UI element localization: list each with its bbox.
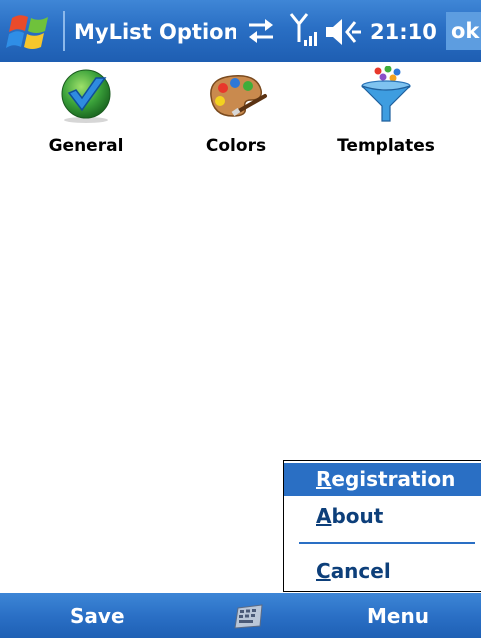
ok-button[interactable]: ok [446, 12, 481, 50]
volume-icon[interactable] [324, 16, 362, 48]
funnel-icon [361, 66, 411, 122]
option-templates-label: Templates [337, 136, 435, 156]
general-checkmark-icon [61, 69, 111, 123]
menu-item-cancel[interactable]: Cancel [284, 555, 481, 588]
menu-hotkey: C [316, 559, 331, 583]
option-templates[interactable]: Templates [321, 66, 451, 156]
menu-item-about[interactable]: About [284, 500, 481, 533]
windows-start-icon[interactable] [6, 10, 54, 54]
popup-menu: Registration About Cancel [283, 460, 481, 592]
menu-item-registration[interactable]: Registration [284, 463, 481, 496]
option-colors[interactable]: Colors [171, 66, 301, 156]
softkey-bar: Save Menu [0, 593, 481, 638]
window-title: MyList Options [74, 20, 236, 44]
signal-icon[interactable] [289, 12, 317, 50]
menu-hotkey: R [316, 467, 332, 491]
menu-hotkey: A [316, 504, 332, 528]
menu-item-text: bout [331, 504, 384, 528]
keyboard-icon[interactable] [232, 602, 266, 630]
menu-separator [299, 542, 475, 544]
palette-icon [210, 75, 267, 117]
menu-softkey[interactable]: Menu [367, 593, 429, 638]
option-general-label: General [48, 136, 124, 156]
menu-item-text: ancel [330, 559, 391, 583]
clock[interactable]: 21:10 [370, 15, 437, 49]
menu-item-text: egistration [331, 467, 456, 491]
save-softkey[interactable]: Save [70, 593, 125, 638]
title-bar: MyList Options 21:10 ok [0, 0, 481, 62]
connectivity-icon[interactable] [245, 16, 277, 46]
option-general[interactable]: General [21, 66, 151, 156]
title-separator [63, 11, 65, 51]
option-colors-label: Colors [205, 136, 267, 156]
